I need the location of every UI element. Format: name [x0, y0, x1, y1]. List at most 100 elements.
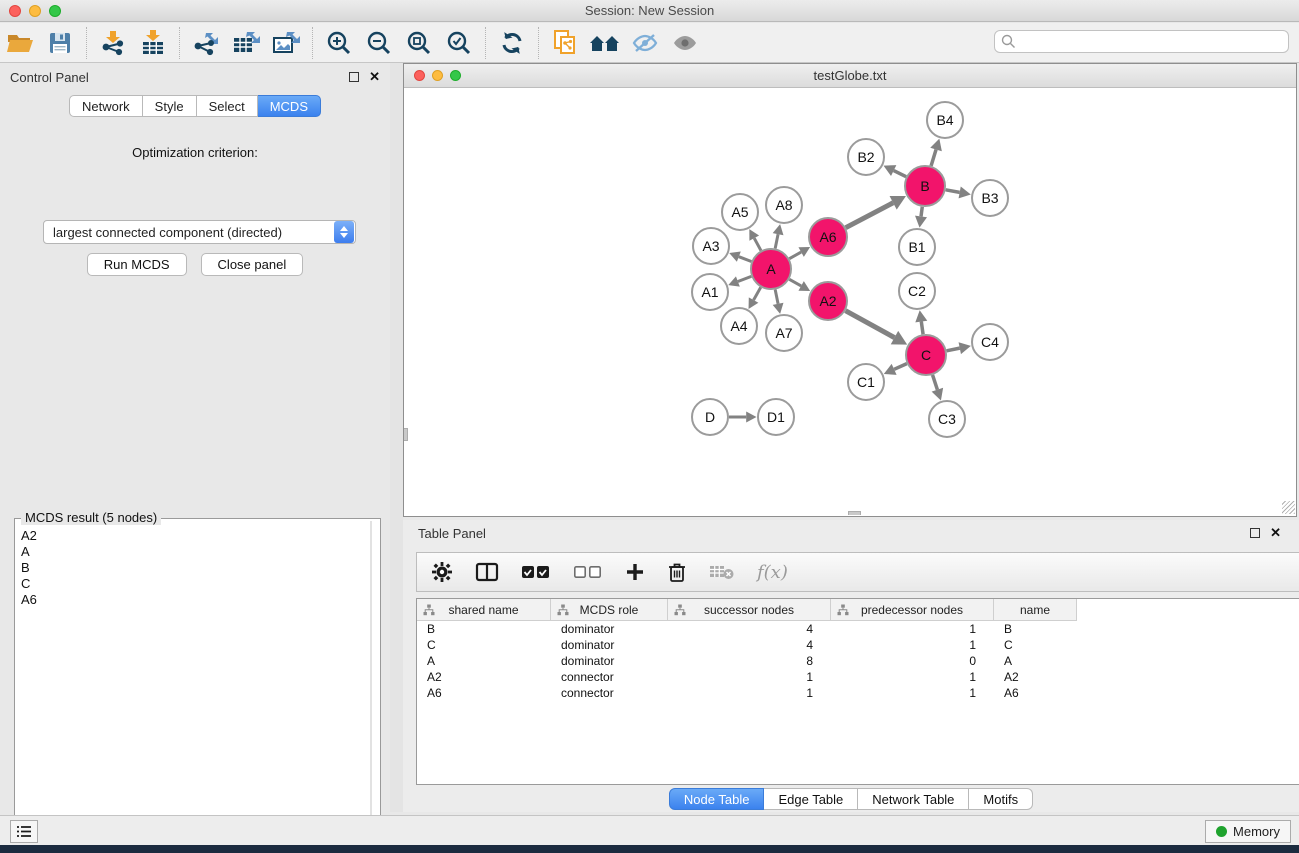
table-row[interactable]: A2connector11A2 [417, 669, 1299, 685]
edge-A6-B[interactable] [846, 203, 893, 228]
float-table-panel-icon[interactable] [1250, 528, 1260, 538]
hide-selected-button[interactable] [625, 26, 665, 60]
memory-button[interactable]: Memory [1205, 820, 1291, 843]
delete-table-button[interactable] [709, 557, 735, 587]
close-window-button[interactable] [9, 5, 21, 17]
float-panel-icon[interactable] [349, 72, 359, 82]
edge-A-A2[interactable] [789, 279, 801, 286]
function-builder-button[interactable]: f(x) [757, 557, 788, 587]
tab-node-table[interactable]: Node Table [669, 788, 765, 810]
panel-divider[interactable] [390, 63, 403, 812]
new-network-from-selection-button[interactable] [545, 26, 585, 60]
column-layout-button[interactable] [475, 557, 499, 587]
task-history-button[interactable] [10, 820, 38, 843]
delete-button[interactable] [667, 557, 687, 587]
table-row[interactable]: Bdominator41B [417, 621, 1299, 637]
zoom-in-button[interactable] [319, 26, 359, 60]
edge-A-A4[interactable] [754, 287, 761, 300]
table-cell: A6 [417, 685, 551, 701]
refresh-button[interactable] [492, 26, 532, 60]
result-item[interactable]: B [21, 560, 378, 576]
import-table-button[interactable] [133, 26, 173, 60]
column-header-shared-name[interactable]: shared name [417, 599, 551, 621]
tab-network[interactable]: Network [69, 95, 143, 117]
tab-select[interactable]: Select [197, 95, 258, 117]
edge-B-B1[interactable] [921, 207, 922, 217]
import-network-button[interactable] [93, 26, 133, 60]
zoom-selected-button[interactable] [439, 26, 479, 60]
tab-motifs[interactable]: Motifs [969, 788, 1033, 810]
node-label-C3: C3 [938, 411, 956, 427]
network-canvas[interactable]: B4B2BB3A8A5A6A3B1AA1C2A2A4A7C4CC1C3DD1 [404, 88, 1296, 515]
close-table-panel-icon[interactable]: ✕ [1270, 525, 1281, 541]
edge-A2-C[interactable] [846, 311, 895, 338]
edge-B-B3[interactable] [946, 190, 960, 193]
export-table-button[interactable] [226, 26, 266, 60]
export-image-button[interactable] [266, 26, 306, 60]
select-all-button[interactable] [521, 557, 551, 587]
optimization-criterion-dropdown[interactable]: largest connected component (directed) [43, 220, 356, 244]
table-row[interactable]: A6connector11A6 [417, 685, 1299, 701]
show-all-icon [671, 32, 699, 54]
table-row[interactable]: Cdominator41C [417, 637, 1299, 653]
result-item[interactable]: C [21, 576, 378, 592]
edge-B-B2[interactable] [894, 171, 906, 177]
table-cell: A2 [994, 669, 1077, 685]
tab-mcds[interactable]: MCDS [258, 95, 321, 117]
close-panel-button[interactable]: Close panel [201, 253, 304, 276]
tab-style[interactable]: Style [143, 95, 197, 117]
save-session-button[interactable] [40, 26, 80, 60]
edge-A-A6[interactable] [789, 252, 801, 259]
tab-edge-table[interactable]: Edge Table [764, 788, 858, 810]
network-graph[interactable]: B4B2BB3A8A5A6A3B1AA1C2A2A4A7C4CC1C3DD1 [404, 88, 1296, 515]
select-all-icon [521, 564, 551, 580]
result-item[interactable]: A [21, 544, 378, 560]
result-item[interactable]: A6 [21, 592, 378, 608]
deselect-all-button[interactable] [573, 557, 603, 587]
resize-grip-icon[interactable] [1282, 501, 1295, 514]
edge-A-A5[interactable] [754, 238, 761, 250]
mcds-result-list[interactable]: A2ABCA6 [15, 519, 380, 608]
table-row[interactable]: Adominator80A [417, 653, 1299, 669]
mcds-result-box: MCDS result (5 nodes) A2ABCA6 [14, 518, 381, 853]
edge-A-A3[interactable] [739, 257, 752, 262]
open-session-button[interactable] [0, 26, 40, 60]
column-header-successor-nodes[interactable]: successor nodes [668, 599, 831, 621]
table-cell: 4 [668, 637, 831, 653]
edge-A-A8[interactable] [775, 234, 778, 248]
node-label-A6: A6 [819, 229, 836, 245]
horizontal-scroll-indicator[interactable] [848, 511, 861, 515]
main-toolbar [0, 23, 1299, 63]
edge-C-C2[interactable] [921, 322, 923, 335]
network-close-button[interactable] [414, 70, 425, 81]
network-zoom-button[interactable] [450, 70, 461, 81]
show-all-button[interactable] [665, 26, 705, 60]
edge-B-B4[interactable] [931, 150, 936, 166]
network-minimize-button[interactable] [432, 70, 443, 81]
export-network-button[interactable] [186, 26, 226, 60]
node-label-B1: B1 [908, 239, 925, 255]
minimize-window-button[interactable] [29, 5, 41, 17]
vertical-scroll-indicator[interactable] [404, 428, 408, 441]
edge-C-C3[interactable] [933, 375, 938, 390]
run-mcds-button[interactable]: Run MCDS [87, 253, 187, 276]
result-item[interactable]: A2 [21, 528, 378, 544]
edge-A-A1[interactable] [738, 276, 751, 281]
add-column-button[interactable] [625, 557, 645, 587]
column-header-predecessor-nodes[interactable]: predecessor nodes [831, 599, 994, 621]
tab-network-table[interactable]: Network Table [858, 788, 969, 810]
zoom-fit-button[interactable] [399, 26, 439, 60]
result-scrollbar[interactable] [370, 521, 372, 853]
edge-C-C4[interactable] [947, 348, 960, 351]
gear-button[interactable] [431, 557, 453, 587]
control-panel-title: Control Panel [10, 70, 349, 85]
first-neighbors-button[interactable] [585, 26, 625, 60]
zoom-window-button[interactable] [49, 5, 61, 17]
column-header-name[interactable]: name [994, 599, 1077, 621]
zoom-out-button[interactable] [359, 26, 399, 60]
edge-A-A7[interactable] [775, 290, 778, 304]
edge-C-C1[interactable] [894, 364, 907, 370]
close-panel-icon[interactable]: ✕ [369, 69, 380, 85]
search-input[interactable] [994, 30, 1289, 53]
column-header-MCDS-role[interactable]: MCDS role [551, 599, 668, 621]
